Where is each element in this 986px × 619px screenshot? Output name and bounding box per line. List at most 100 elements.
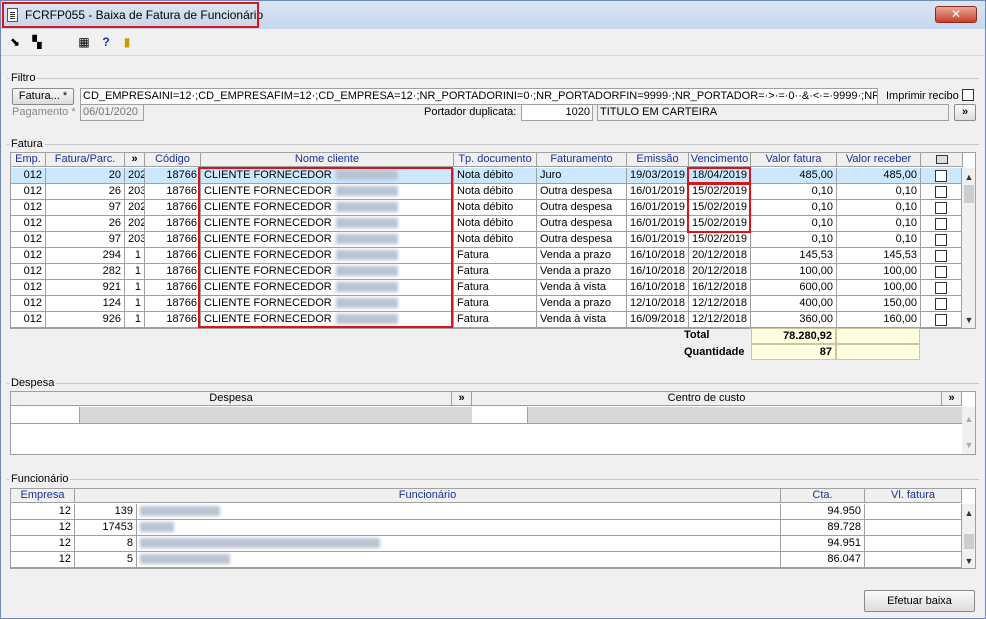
table-row[interactable]: 012 26 202 18766 CLIENTE FORNECEDOR Nota débi…: [11, 216, 962, 232]
cell-codigo: 18766: [145, 248, 201, 264]
scroll-down-icon[interactable]: ▼: [962, 314, 975, 326]
pagamento-label: Pagamento *: [12, 106, 76, 118]
row-checkbox[interactable]: [935, 282, 947, 294]
calculator-icon[interactable]: ▦: [76, 34, 92, 50]
row-checkbox[interactable]: [935, 218, 947, 230]
table-row[interactable]: 012 921 1 18766 CLIENTE FORNECEDOR Fatura Vend…: [11, 280, 962, 296]
cell-codigo: 18766: [145, 216, 201, 232]
scroll-up-icon[interactable]: ▲: [962, 171, 975, 183]
row-checkbox[interactable]: [935, 170, 947, 182]
table-row[interactable]: 012 97 203 18766 CLIENTE FORNECEDOR Nota débi…: [11, 232, 962, 248]
fatura-scrollbar[interactable]: ▲ ▼: [962, 168, 975, 328]
cell-parc: 1: [125, 280, 145, 296]
imprimir-recibo-checkbox[interactable]: [962, 89, 974, 101]
vencimento-highlight-2: [687, 183, 751, 233]
fatura-button[interactable]: Fatura... *: [12, 88, 74, 105]
table-row[interactable]: 012 97 202 18766 CLIENTE FORNECEDOR Nota débi…: [11, 200, 962, 216]
help-icon[interactable]: ?: [98, 34, 114, 50]
efetuar-baixa-button[interactable]: Efetuar baixa: [864, 590, 975, 612]
table-row[interactable]: 012 20 202 18766 CLIENTE FORNECEDOR Nota débi…: [11, 168, 962, 184]
col-cta[interactable]: Cta.: [781, 489, 865, 503]
col-valor-fatura[interactable]: Valor fatura: [751, 153, 837, 167]
scroll-down-icon[interactable]: ▼: [962, 439, 975, 451]
row-checkbox[interactable]: [935, 186, 947, 198]
despesa-scrollbar[interactable]: ▲ ▼: [962, 407, 975, 454]
col-vencimento[interactable]: Vencimento: [689, 153, 751, 167]
portador-expand-button[interactable]: »: [954, 104, 976, 121]
scroll-up-icon[interactable]: ▲: [962, 507, 975, 519]
row-checkbox[interactable]: [935, 250, 947, 262]
despesa-input-cell[interactable]: [11, 407, 80, 424]
col-expand[interactable]: »: [125, 153, 145, 167]
cell-faturamento: Venda a prazo: [537, 264, 627, 280]
table-row[interactable]: 012 926 1 18766 CLIENTE FORNECEDOR Fatura Vend…: [11, 312, 962, 328]
col-centro-custo[interactable]: Centro de custo: [472, 392, 942, 406]
cell-emissao: 16/01/2019: [627, 184, 689, 200]
col-tp-documento[interactable]: Tp. documento: [454, 153, 537, 167]
cell-valor-receber: 485,00: [837, 168, 921, 184]
scroll-thumb[interactable]: [964, 534, 974, 549]
col-funcionario[interactable]: Funcionário: [75, 489, 781, 503]
cell-emp: 012: [11, 232, 46, 248]
pagamento-field[interactable]: 06/01/2020: [80, 104, 144, 121]
col-despesa[interactable]: Despesa: [11, 392, 452, 406]
despesa-expand-button[interactable]: »: [452, 392, 472, 406]
filter-text-field[interactable]: CD_EMPRESAINI=12·;CD_EMPRESAFIM=12·;CD_E…: [80, 88, 878, 105]
scroll-down-icon[interactable]: ▼: [962, 555, 975, 567]
cell-parc: 202: [125, 168, 145, 184]
close-button[interactable]: ✕: [935, 6, 977, 23]
cell-valor-receber: 145,53: [837, 248, 921, 264]
exit-door-icon[interactable]: ▮: [119, 34, 135, 50]
table-row[interactable]: 12 5 86.047: [11, 552, 962, 568]
row-checkbox[interactable]: [935, 314, 947, 326]
windows-icon[interactable]: ▚: [29, 34, 45, 50]
col-empresa[interactable]: Empresa: [11, 489, 75, 503]
centro-input-cell[interactable]: [472, 407, 528, 424]
cell-fatura: 26: [46, 184, 125, 200]
arrow-icon[interactable]: ⬊: [7, 34, 23, 50]
cell-valor-fatura: 0,10: [751, 232, 837, 248]
funcionario-scrollbar[interactable]: ▲ ▼: [962, 504, 975, 568]
centro-expand-button[interactable]: »: [942, 392, 962, 406]
cell-parc: 1: [125, 264, 145, 280]
table-row[interactable]: 12 139 94.950: [11, 504, 962, 520]
col-fatura-parc[interactable]: Fatura/Parc.: [46, 153, 125, 167]
table-row[interactable]: 012 282 1 18766 CLIENTE FORNECEDOR Fatura Vend…: [11, 264, 962, 280]
cell-valor-receber: 0,10: [837, 232, 921, 248]
row-checkbox[interactable]: [935, 298, 947, 310]
redacted-name: [140, 506, 220, 517]
col-select-all[interactable]: [921, 153, 963, 167]
table-row[interactable]: 012 294 1 18766 CLIENTE FORNECEDOR Fatura Vend…: [11, 248, 962, 264]
cell-valor-receber: 100,00: [837, 264, 921, 280]
scroll-thumb[interactable]: [964, 185, 974, 203]
col-nome-cliente[interactable]: Nome cliente: [201, 153, 454, 167]
col-faturamento[interactable]: Faturamento: [537, 153, 627, 167]
cell-tp: Fatura: [454, 280, 537, 296]
cell-vencimento: 15/02/2019: [689, 232, 751, 248]
fatura-grid: Emp. Fatura/Parc. » Código Nome cliente …: [10, 152, 976, 329]
despesa-grid: Despesa » Centro de custo » ▲ ▼: [10, 391, 976, 455]
cell-valor-fatura: 485,00: [751, 168, 837, 184]
table-row[interactable]: 12 17453 89.728: [11, 520, 962, 536]
cell-emissao: 16/10/2018: [627, 264, 689, 280]
cell-cta: 86.047: [781, 552, 865, 568]
scroll-up-icon[interactable]: ▲: [962, 413, 975, 425]
portador-field[interactable]: 1020: [521, 104, 593, 121]
table-row[interactable]: 012 26 203 18766 CLIENTE FORNECEDOR Nota débi…: [11, 184, 962, 200]
col-codigo[interactable]: Código: [145, 153, 201, 167]
cell-vencimento: 20/12/2018: [689, 248, 751, 264]
cell-emissao: 19/03/2019: [627, 168, 689, 184]
cell-emp: 012: [11, 184, 46, 200]
row-checkbox[interactable]: [935, 234, 947, 246]
row-checkbox[interactable]: [935, 266, 947, 278]
cell-fatura: 921: [46, 280, 125, 296]
table-row[interactable]: 12 8 94.951: [11, 536, 962, 552]
col-emp[interactable]: Emp.: [11, 153, 46, 167]
col-valor-receber[interactable]: Valor receber: [837, 153, 921, 167]
row-checkbox[interactable]: [935, 202, 947, 214]
col-emissao[interactable]: Emissão: [627, 153, 689, 167]
cell-faturamento: Outra despesa: [537, 184, 627, 200]
table-row[interactable]: 012 124 1 18766 CLIENTE FORNECEDOR Fatura Vend…: [11, 296, 962, 312]
col-vl-fatura[interactable]: Vl. fatura: [865, 489, 962, 503]
filtro-legend: Filtro: [9, 72, 38, 84]
